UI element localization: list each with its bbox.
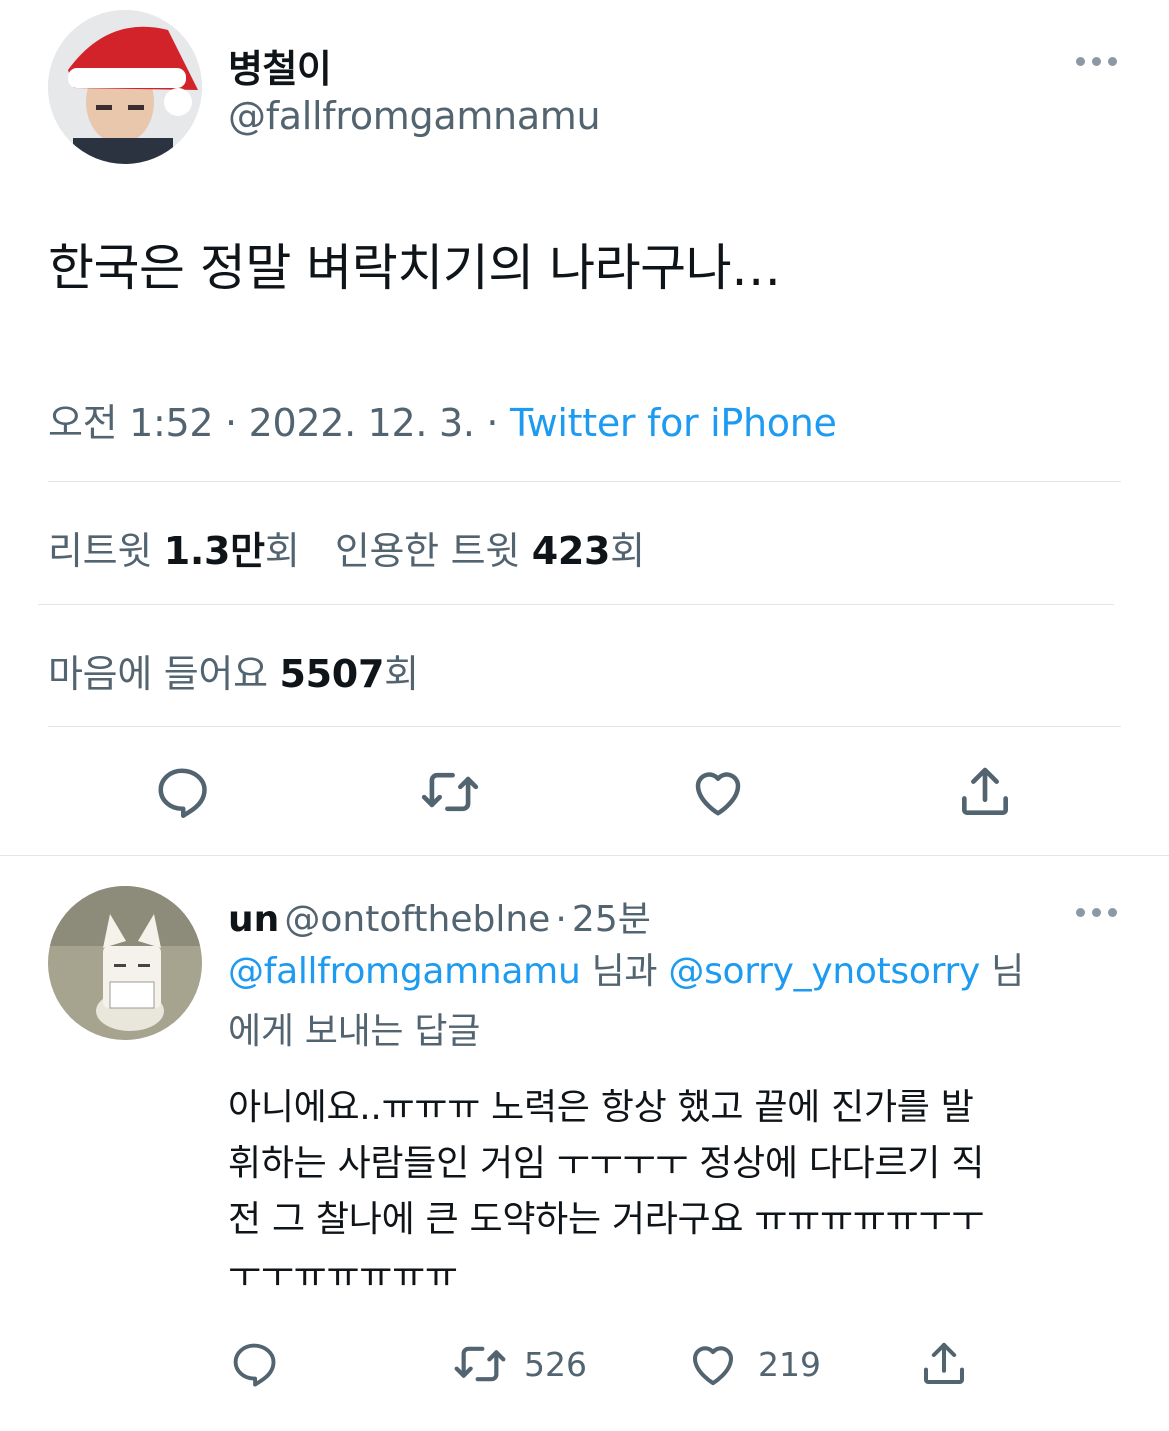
like-icon <box>695 772 741 816</box>
reply-avatar-photo <box>48 886 202 1040</box>
likes-label: 마음에 들어요 <box>48 652 268 696</box>
more-options-button[interactable] <box>1076 57 1117 66</box>
dot-icon <box>1108 57 1117 66</box>
likes-unit: 회 <box>384 652 419 696</box>
tweet-date[interactable]: 2022. 12. 3. <box>249 401 475 445</box>
mention-link[interactable]: @sorry_ynotsorry <box>668 951 980 992</box>
quotes-stat[interactable]: 인용한 트윗 423회 <box>335 529 645 573</box>
retweet-icon <box>454 1346 506 1382</box>
meta-separator: · <box>486 401 499 445</box>
like-count: 219 <box>758 1344 821 1384</box>
likes-stat[interactable]: 마음에 들어요 5507회 <box>48 643 419 698</box>
like-button[interactable] <box>686 760 750 824</box>
tweet-meta: 오전 1:52 · 2022. 12. 3. · Twitter for iPh… <box>48 392 837 447</box>
reply-handle[interactable]: @ontoftheblne <box>284 899 550 940</box>
retweets-unit: 회 <box>264 529 300 573</box>
reply-separator: · <box>555 899 567 940</box>
reply-like-button[interactable]: 219 <box>686 1332 821 1396</box>
reply-avatar[interactable] <box>48 886 202 1040</box>
likes-value: 5507 <box>279 652 385 696</box>
avatar-photo <box>48 10 202 164</box>
reply-text-line: 전 그 찰나에 큰 도약하는 거라구요 ㅠㅠㅠㅠㅠㅜㅜ <box>228 1199 985 1240</box>
dot-icon <box>1092 57 1101 66</box>
reply-display-name[interactable]: un <box>228 899 279 940</box>
reply-text-line: 휘하는 사람들인 거임 ㅜㅜㅜㅜ 정상에 다다르기 직 <box>228 1143 985 1184</box>
reply-header: un @ontoftheblne · 25분 <box>228 890 651 942</box>
replying-to-suffix: 에게 보내는 답글 <box>228 1011 481 1052</box>
divider <box>38 604 1114 605</box>
reply-reply-button[interactable] <box>222 1332 286 1396</box>
retweets-stat[interactable]: 리트윗 1.3만회 <box>48 529 300 573</box>
retweets-value: 1.3만 <box>163 529 265 573</box>
reply-button[interactable] <box>150 760 214 824</box>
divider <box>0 855 1169 856</box>
display-name[interactable]: 병철이 <box>228 38 332 93</box>
reply-text-line: ㅜㅜㅠㅠㅠㅠㅠ <box>228 1255 458 1296</box>
avatar[interactable] <box>48 10 202 164</box>
tweet-source-link[interactable]: Twitter for iPhone <box>510 401 837 445</box>
replying-to: @fallfromgamnamu 님과 @sorry_ynotsorry 님 <box>228 944 1024 1000</box>
reply-icon <box>233 1343 276 1387</box>
replying-conj: 님과 <box>580 951 669 992</box>
reply-text-line: 아니에요..ㅠㅠㅠ 노력은 항상 했고 끝에 진가를 발 <box>228 1087 974 1128</box>
share-icon <box>962 767 1008 815</box>
share-button[interactable] <box>953 760 1017 824</box>
dot-icon <box>1076 57 1085 66</box>
reply-icon <box>158 768 207 818</box>
retweet-quote-stats: 리트윗 1.3만회 인용한 트윗 423회 <box>48 520 645 575</box>
dot-icon <box>1108 908 1117 917</box>
like-icon <box>692 1346 734 1386</box>
reply-time[interactable]: 25분 <box>572 899 651 940</box>
dot-icon <box>1092 908 1101 917</box>
divider <box>48 726 1121 727</box>
quotes-label: 인용한 트윗 <box>334 529 520 573</box>
quotes-value: 423 <box>531 529 611 573</box>
retweet-icon <box>421 772 479 812</box>
share-icon <box>923 1342 965 1385</box>
meta-separator: · <box>225 401 237 445</box>
dot-icon <box>1076 908 1085 917</box>
retweet-button[interactable] <box>418 760 482 824</box>
user-handle[interactable]: @fallfromgamnamu <box>228 94 601 138</box>
reply-retweet-button[interactable]: 526 <box>452 1332 587 1396</box>
tweet-time: 오전 1:52 <box>48 401 214 445</box>
tweet-text: 한국은 정말 벼락치기의 나라구나… <box>48 239 781 297</box>
replying-tail: 님 <box>979 951 1024 992</box>
mention-link[interactable]: @fallfromgamnamu <box>228 951 581 992</box>
reply-share-button[interactable] <box>912 1332 976 1396</box>
retweet-count: 526 <box>524 1344 587 1384</box>
quotes-unit: 회 <box>610 529 645 573</box>
divider <box>48 481 1121 482</box>
retweets-label: 리트윗 <box>48 529 152 573</box>
reply-more-options-button[interactable] <box>1076 908 1117 917</box>
